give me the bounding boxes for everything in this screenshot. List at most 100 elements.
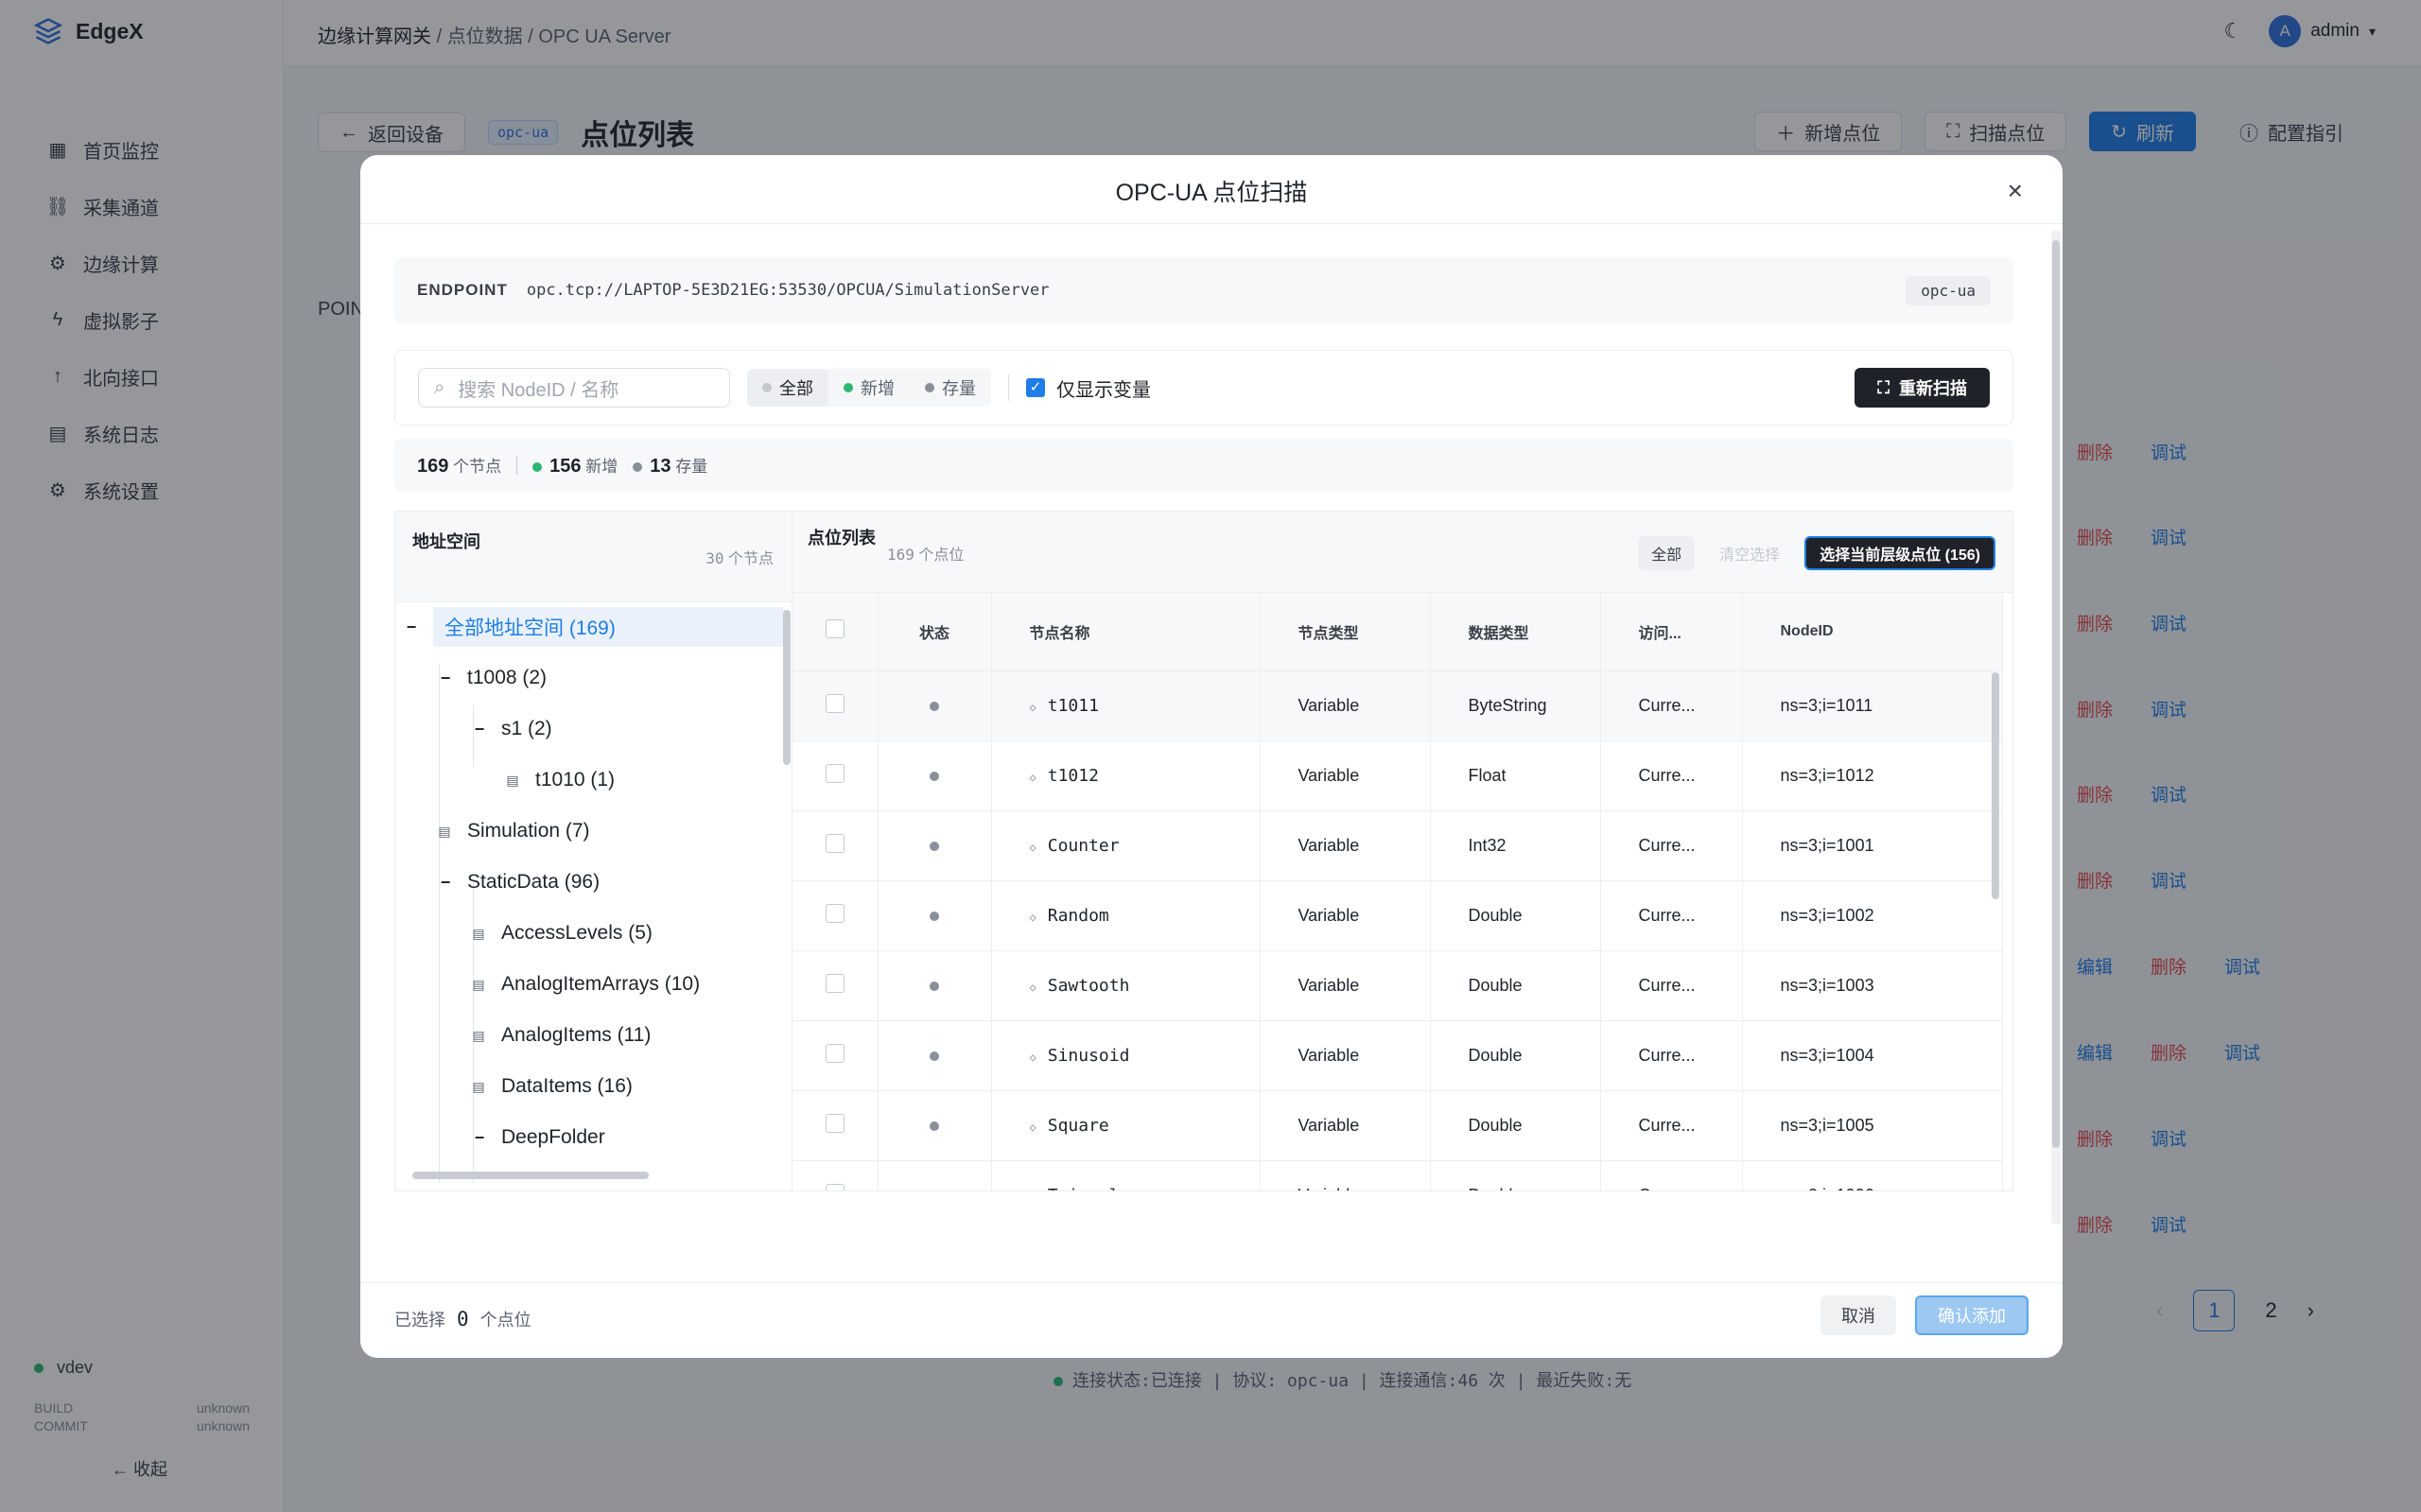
close-icon[interactable]: × — [2008, 176, 2023, 206]
stats-existing-label: 存量 — [675, 458, 708, 476]
address-tree: − 全部地址空间 (169) − t1008 (2) − s1 (2) ▤ t1010 … — [395, 606, 783, 1183]
collapse-icon[interactable]: − — [437, 669, 454, 687]
table-row[interactable]: ◇ Triangle VariableDoubleCurre...ns=3;i=10… — [792, 1160, 2003, 1190]
table-count-value: 169 — [887, 546, 914, 564]
collapse-icon[interactable]: − — [471, 720, 488, 739]
table-row[interactable]: ◇ Random Variable Double Curre... ns=3;i=1002 — [792, 880, 2003, 951]
nodeid-cell: ns=3;i=1004 — [1742, 1020, 2003, 1091]
access-cell: Curre... — [1600, 670, 1743, 741]
tree-node[interactable]: ▤ t1010 (1) — [505, 759, 615, 801]
collapse-icon[interactable]: − — [403, 617, 420, 636]
tree-node[interactable]: ▤ AnalogItemArrays (10) — [471, 964, 700, 1005]
col-access: 访问... — [1600, 593, 1743, 671]
tree-node[interactable]: − s1 (2) — [471, 708, 552, 750]
name-cell: ◇ Sinusoid — [991, 1020, 1261, 1091]
tree-node[interactable]: − t1008 (2) — [437, 657, 547, 699]
search-input[interactable]: ⌕ 搜索 NodeID / 名称 — [418, 368, 730, 408]
collapse-icon[interactable]: − — [437, 873, 454, 892]
row-checkbox-cell — [792, 880, 879, 951]
row-checkbox[interactable] — [825, 693, 845, 713]
scan-toolbar: ⌕ 搜索 NodeID / 名称 全部 新增 存量 ✓ 仅显示变量 ⛶ 重新扫描 — [394, 350, 2013, 426]
variable-icon: ◇ — [1029, 1050, 1036, 1064]
data-type-cell: Double — [1430, 950, 1601, 1021]
file-icon: ▤ — [472, 925, 485, 941]
data-type-cell: Float — [1430, 740, 1601, 811]
status-cell — [878, 1020, 992, 1091]
status-cell — [878, 670, 992, 741]
row-checkbox-cell — [792, 670, 879, 741]
tree-node-label: 全部地址空间 (169) — [433, 607, 783, 647]
name-cell: ◇ Square — [991, 1090, 1261, 1161]
tree-node[interactable]: ▤ Simulation (7) — [437, 810, 589, 852]
modal-divider — [360, 223, 2063, 224]
filter-new[interactable]: 新增 — [828, 369, 910, 407]
nodeid-cell: ns=3;i=1002 — [1742, 880, 2003, 951]
table-vscroll[interactable] — [1992, 672, 1999, 899]
tree-node[interactable]: − DeepFolder — [471, 1117, 605, 1158]
tree-node[interactable]: ▤ DataItems (16) — [471, 1066, 633, 1107]
filter-existing[interactable]: 存量 — [910, 369, 991, 407]
tree-node-label: AnalogItemArrays (10) — [501, 973, 701, 995]
variable-icon: ◇ — [1029, 980, 1036, 994]
row-checkbox[interactable] — [825, 1183, 845, 1190]
node-name: t1012 — [1047, 765, 1099, 786]
tree-hscroll[interactable] — [412, 1172, 649, 1179]
modal-scrollbar[interactable] — [2051, 231, 2061, 1224]
modal-scroll-thumb[interactable] — [2052, 240, 2060, 1148]
tree-node[interactable]: − StaticData (96) — [437, 861, 600, 903]
search-icon: ⌕ — [434, 376, 445, 398]
clear-selection-button[interactable]: 清空选择 — [1706, 536, 1793, 570]
collapse-icon[interactable]: − — [471, 1128, 488, 1147]
tree-node[interactable]: ▤ AccessLevels (5) — [471, 912, 653, 954]
footer-divider — [360, 1282, 2063, 1283]
tree-guide — [439, 663, 440, 1183]
status-dot — [930, 981, 939, 991]
table-row[interactable]: ◇ Square Variable Double Curre... ns=3;i=1005 — [792, 1090, 2003, 1161]
table-head-row: 状态 节点名称 节点类型 数据类型 访问... NodeID — [792, 593, 2003, 671]
nodeid-cell: ns=3;i=1006 — [1742, 1160, 2003, 1190]
rescan-button[interactable]: ⛶ 重新扫描 — [1855, 368, 1990, 408]
status-cell — [878, 810, 992, 881]
tree-count-value: 30 — [705, 549, 724, 567]
name-cell: ◇ Triangle — [991, 1160, 1261, 1190]
row-checkbox[interactable] — [825, 973, 845, 993]
select-all-button[interactable]: 全部 — [1638, 536, 1696, 570]
select-all-checkbox[interactable] — [825, 619, 845, 639]
row-checkbox[interactable] — [825, 903, 845, 923]
data-type-cell: Int32 — [1430, 810, 1601, 881]
row-checkbox[interactable] — [825, 1113, 845, 1133]
node-type-cell: Variable — [1260, 810, 1431, 881]
row-checkbox[interactable] — [825, 1043, 845, 1063]
table-row[interactable]: ◇ t1011 Variable ByteString Curre... ns=3;i=1… — [792, 670, 2003, 741]
tree-vscroll[interactable] — [783, 610, 791, 765]
row-checkbox[interactable] — [825, 833, 845, 853]
row-checkbox[interactable] — [825, 763, 845, 783]
endpoint-label: ENDPOINT — [417, 281, 508, 299]
tree-node-root[interactable]: − 全部地址空间 (169) — [403, 606, 783, 648]
table-row[interactable]: ◇ Sinusoid Variable Double Curre... ns=3;i=10… — [792, 1020, 2003, 1091]
select-level-button[interactable]: 选择当前层级点位 (156) — [1804, 536, 1995, 570]
node-type-cell: Variable — [1260, 1090, 1431, 1161]
file-icon: ▤ — [472, 976, 485, 992]
access-cell: Curre... — [1600, 1160, 1743, 1190]
status-filter: 全部 新增 存量 — [747, 369, 991, 407]
tree-node-label: t1008 (2) — [467, 667, 548, 688]
table-row[interactable]: ◇ Counter Variable Int32 Curre... ns=3;i=1001 — [792, 810, 2003, 881]
confirm-add-button[interactable]: 确认添加 — [1915, 1295, 2029, 1335]
stats-total-unit: 个节点 — [453, 458, 502, 476]
access-cell: Curre... — [1600, 950, 1743, 1021]
col-nodeid: NodeID — [1742, 593, 2003, 671]
table-row[interactable]: ◇ t1012 Variable Float Curre... ns=3;i=1012 — [792, 740, 2003, 811]
filter-all-label: 全部 — [779, 379, 813, 398]
access-cell: Curre... — [1600, 880, 1743, 951]
table-row[interactable]: ◇ Sawtooth Variable Double Curre... ns=3;i=10… — [792, 950, 2003, 1021]
selected-unit: 个点位 — [479, 1311, 531, 1330]
filter-all[interactable]: 全部 — [747, 369, 828, 407]
row-checkbox-cell — [792, 1160, 879, 1190]
access-cell: Curre... — [1600, 1090, 1743, 1161]
name-cell: ◇ Counter — [991, 810, 1261, 881]
tree-node[interactable]: ▤ AnalogItems (11) — [471, 1015, 651, 1056]
only-variables-checkbox[interactable]: ✓ 仅显示变量 — [1026, 374, 1151, 402]
table-title: 点位列表 — [808, 529, 876, 547]
cancel-button[interactable]: 取消 — [1820, 1295, 1896, 1335]
